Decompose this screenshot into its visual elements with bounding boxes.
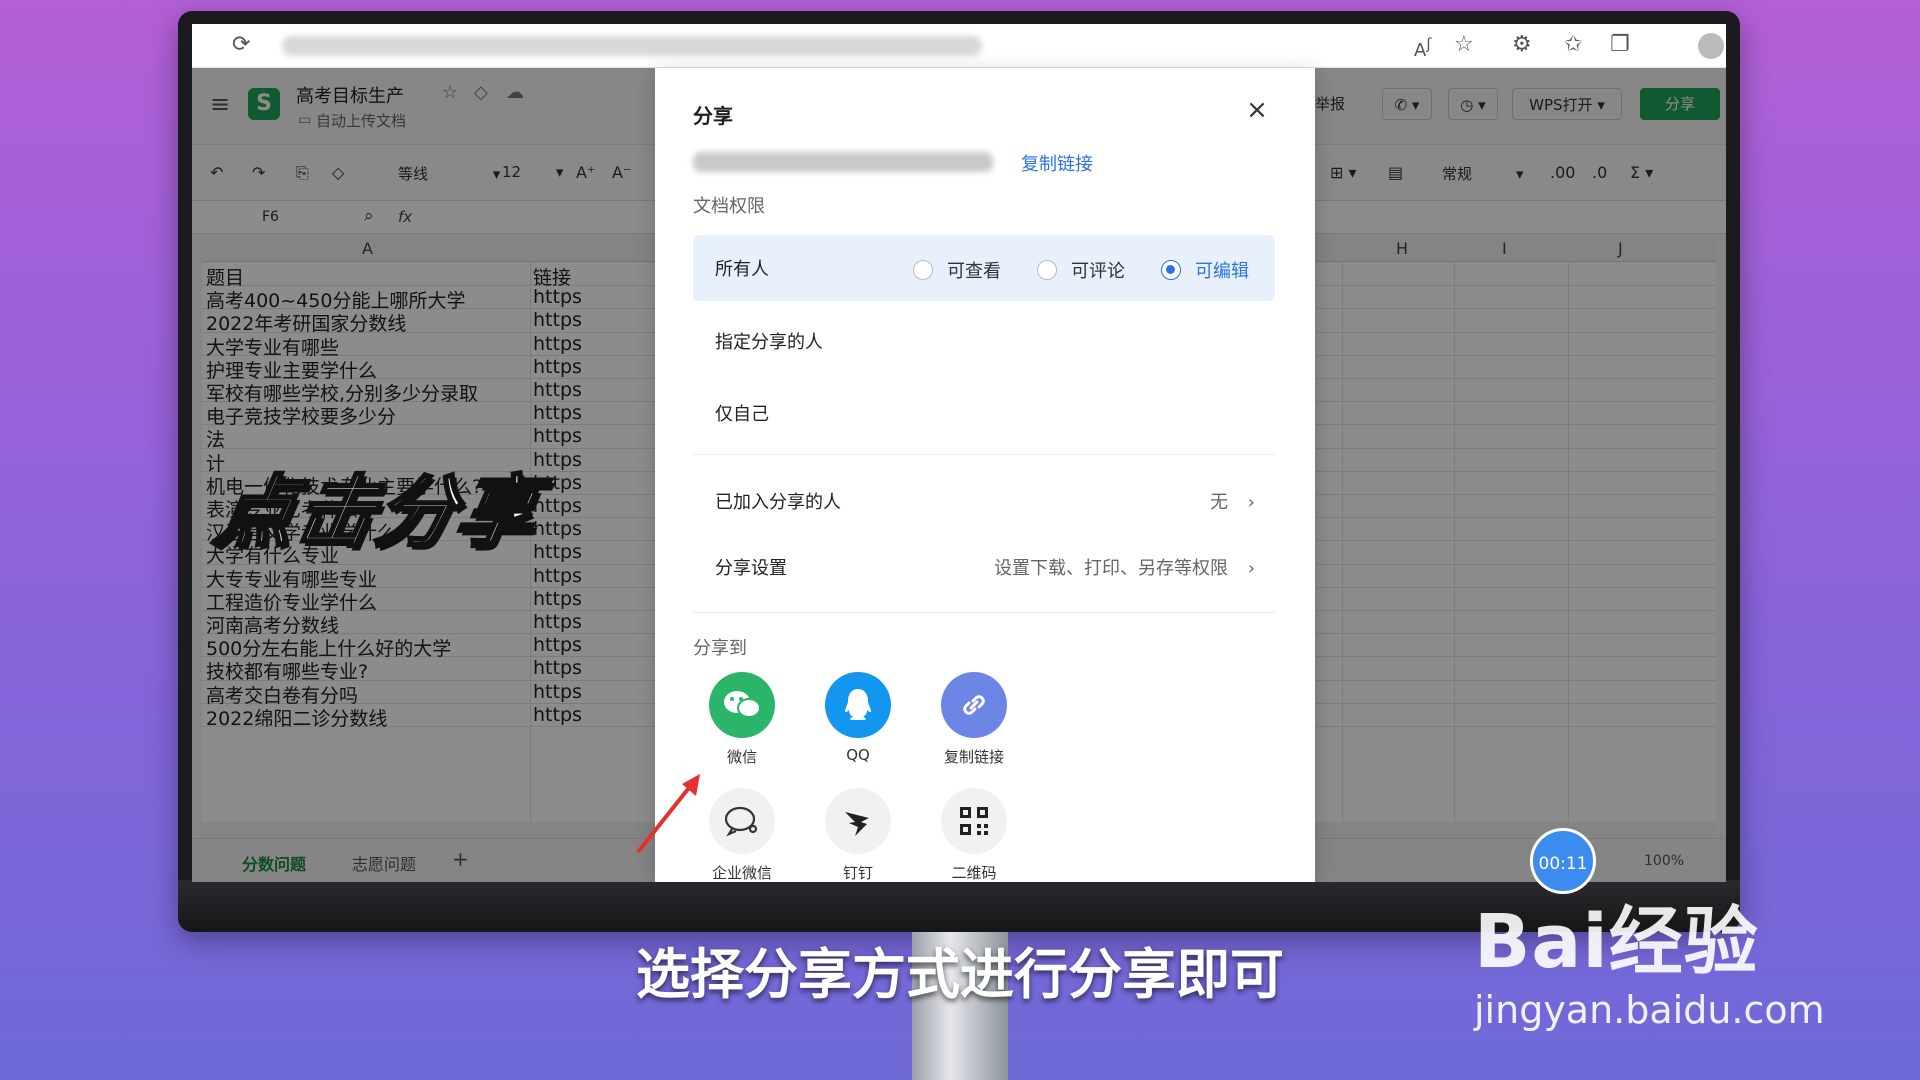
share-qrcode-label[interactable]: 二维码 xyxy=(914,862,1034,882)
share-to-label: 分享到 xyxy=(693,638,747,659)
dingtalk-icon[interactable] xyxy=(825,788,891,854)
radio-dot xyxy=(1037,260,1057,280)
share-qq-label[interactable]: QQ xyxy=(798,746,918,764)
chevron-right-icon: › xyxy=(1247,558,1255,579)
radio-comment-label: 可评论 xyxy=(1071,261,1125,282)
extensions-icon[interactable]: ⚙ xyxy=(1512,32,1532,57)
share-settings-row[interactable]: 分享设置 设置下载、打印、另存等权限 › xyxy=(715,554,1255,580)
dialog-title: 分享 xyxy=(693,104,733,128)
joined-label: 已加入分享的人 xyxy=(715,492,841,513)
divider xyxy=(693,612,1275,613)
headline-overlay: 点击分享 xyxy=(207,467,546,560)
browser-toolbar: ⟳ Aʃ ☆ ⚙ ✩ ❐ xyxy=(192,24,1726,68)
radio-dot xyxy=(913,260,933,280)
settings-value: 设置下载、打印、另存等权限 › xyxy=(994,554,1255,580)
settings-value-text: 设置下载、打印、另存等权限 xyxy=(994,558,1229,579)
radio-dot xyxy=(1161,260,1181,280)
wechat-icon[interactable] xyxy=(709,672,775,738)
permission-label: 文档权限 xyxy=(693,196,765,217)
settings-label: 分享设置 xyxy=(715,558,787,579)
chevron-right-icon: › xyxy=(1247,492,1255,513)
divider xyxy=(693,454,1275,455)
radio-edit[interactable]: 可编辑 xyxy=(1161,257,1249,283)
share-wecom-label[interactable]: 企业微信 xyxy=(682,862,802,882)
favorite-add-icon[interactable]: ☆ xyxy=(1454,32,1474,57)
radio-view[interactable]: 可查看 xyxy=(913,257,1001,283)
share-dialog: 分享 × 复制链接 文档权限 所有人 可查看 可评论 可编辑 指定分享的人 仅自… xyxy=(655,68,1315,882)
everyone-label: 所有人 xyxy=(715,259,769,280)
permission-everyone-row[interactable]: 所有人 可查看 可评论 可编辑 xyxy=(693,235,1275,301)
qrcode-icon[interactable] xyxy=(941,788,1007,854)
collections-icon[interactable]: ❐ xyxy=(1610,32,1630,57)
radio-edit-label: 可编辑 xyxy=(1195,261,1249,282)
wecom-icon[interactable] xyxy=(709,788,775,854)
joined-value: 无 › xyxy=(1210,488,1255,514)
option-only-me[interactable]: 仅自己 xyxy=(715,400,769,426)
profile-avatar[interactable] xyxy=(1698,33,1724,59)
refresh-icon[interactable]: ⟳ xyxy=(232,32,250,57)
link-icon[interactable] xyxy=(941,672,1007,738)
close-icon[interactable]: × xyxy=(1243,96,1271,124)
joined-people-row[interactable]: 已加入分享的人 无 › xyxy=(715,488,1255,514)
share-copy-link-label[interactable]: 复制链接 xyxy=(914,746,1034,767)
favorites-icon[interactable]: ✩ xyxy=(1564,32,1582,57)
radio-view-label: 可查看 xyxy=(947,261,1001,282)
joined-value-text: 无 xyxy=(1210,492,1229,513)
watermark-main: Bai经验 xyxy=(1474,899,1759,985)
share-wechat-label[interactable]: 微信 xyxy=(682,746,802,767)
option-specified-people[interactable]: 指定分享的人 xyxy=(715,328,823,354)
baidu-watermark: Bai经验 jingyan.baidu.com xyxy=(1474,882,1825,1032)
address-bar[interactable] xyxy=(282,36,982,56)
qq-icon[interactable] xyxy=(825,672,891,738)
watermark-url: jingyan.baidu.com xyxy=(1474,988,1825,1032)
share-dingtalk-label[interactable]: 钉钉 xyxy=(798,862,918,882)
copy-link-button[interactable]: 复制链接 xyxy=(1021,150,1093,176)
annotation-arrow xyxy=(636,774,700,854)
share-link-text xyxy=(693,152,993,172)
read-aloud-icon[interactable]: Aʃ xyxy=(1414,35,1431,61)
radio-comment[interactable]: 可评论 xyxy=(1037,257,1125,283)
